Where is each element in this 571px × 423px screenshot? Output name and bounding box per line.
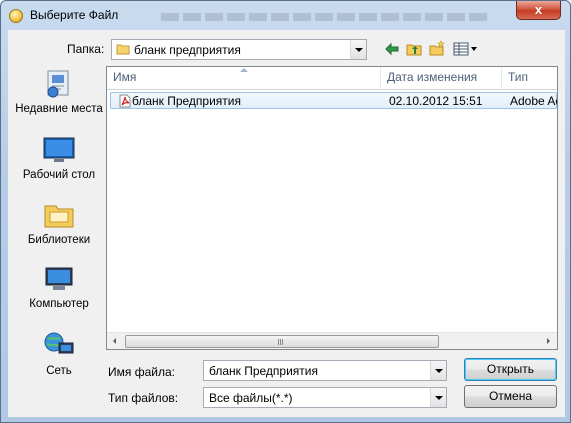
scrollbar-thumb[interactable]: [125, 335, 439, 348]
file-type: Adobe Ac: [510, 94, 558, 108]
filetype-value: Все файлы(*.*): [209, 391, 293, 405]
filename-value: бланк Предприятия: [209, 364, 319, 378]
folder-icon: [116, 44, 130, 55]
place-label: Рабочий стол: [22, 169, 96, 181]
dialog-window: Выберите Файл x Папка: бланк предприятия: [0, 0, 571, 423]
new-folder-icon[interactable]: [428, 40, 446, 58]
folder-label: Папка:: [67, 42, 105, 56]
filetype-label: Тип файлов:: [108, 391, 179, 405]
sort-ascending-icon: [240, 68, 248, 72]
app-icon: [9, 9, 23, 23]
title-ghost-text: [161, 13, 491, 21]
horizontal-scrollbar[interactable]: [107, 332, 557, 349]
column-headers: Имя Дата изменения Тип: [107, 67, 557, 90]
recent-places-icon: [47, 70, 69, 98]
place-network[interactable]: Сеть: [14, 329, 104, 378]
chevron-down-icon[interactable]: [430, 388, 446, 407]
up-folder-icon[interactable]: [405, 40, 423, 58]
file-date: 02.10.2012 15:51: [389, 94, 483, 108]
place-label: Библиотеки: [27, 234, 91, 246]
scrollbar-grip: [278, 339, 284, 345]
place-recent[interactable]: Недавние места: [14, 69, 104, 116]
column-header-date[interactable]: Дата изменения: [381, 67, 502, 89]
close-button[interactable]: x: [516, 1, 561, 20]
chevron-down-icon[interactable]: [430, 361, 446, 380]
dialog-client: Папка: бланк предприятия Недавние места …: [8, 30, 565, 417]
scroll-left-icon[interactable]: [107, 333, 124, 349]
title-bar[interactable]: Выберите Файл x: [1, 1, 570, 30]
folder-combo[interactable]: бланк предприятия: [111, 39, 367, 60]
column-header-type[interactable]: Тип: [502, 67, 557, 89]
place-computer[interactable]: Компьютер: [14, 264, 104, 311]
view-menu-icon[interactable]: [452, 40, 478, 58]
filetype-select[interactable]: Все файлы(*.*): [203, 387, 447, 408]
place-desktop[interactable]: Рабочий стол: [14, 135, 104, 182]
open-button[interactable]: Открыть: [464, 358, 557, 381]
libraries-icon: [44, 205, 74, 228]
file-list[interactable]: Имя Дата изменения Тип бланк Предприятия…: [106, 66, 558, 350]
place-label: Недавние места: [15, 103, 103, 115]
window-title: Выберите Файл: [30, 8, 119, 22]
filename-label: Имя файла:: [108, 365, 175, 379]
filename-field[interactable]: бланк Предприятия: [203, 360, 447, 381]
cancel-button[interactable]: Отмена: [464, 385, 557, 408]
place-label: Сеть: [46, 365, 72, 377]
desktop-icon: [43, 137, 75, 162]
pdf-file-icon: [119, 94, 131, 108]
place-libraries[interactable]: Библиотеки: [14, 200, 104, 247]
back-arrow-icon[interactable]: [383, 40, 401, 58]
places-bar: Недавние места Рабочий стол Библиотеки К…: [14, 64, 104, 377]
file-name: бланк Предприятия: [132, 94, 242, 108]
place-label: Компьютер: [29, 298, 89, 310]
network-icon: [44, 332, 74, 354]
folder-value: бланк предприятия: [134, 43, 241, 57]
list-item[interactable]: бланк Предприятия 02.10.2012 15:51 Adobe…: [110, 92, 557, 109]
computer-icon: [45, 267, 73, 290]
scroll-right-icon[interactable]: [540, 333, 557, 349]
chevron-down-icon[interactable]: [350, 40, 366, 59]
